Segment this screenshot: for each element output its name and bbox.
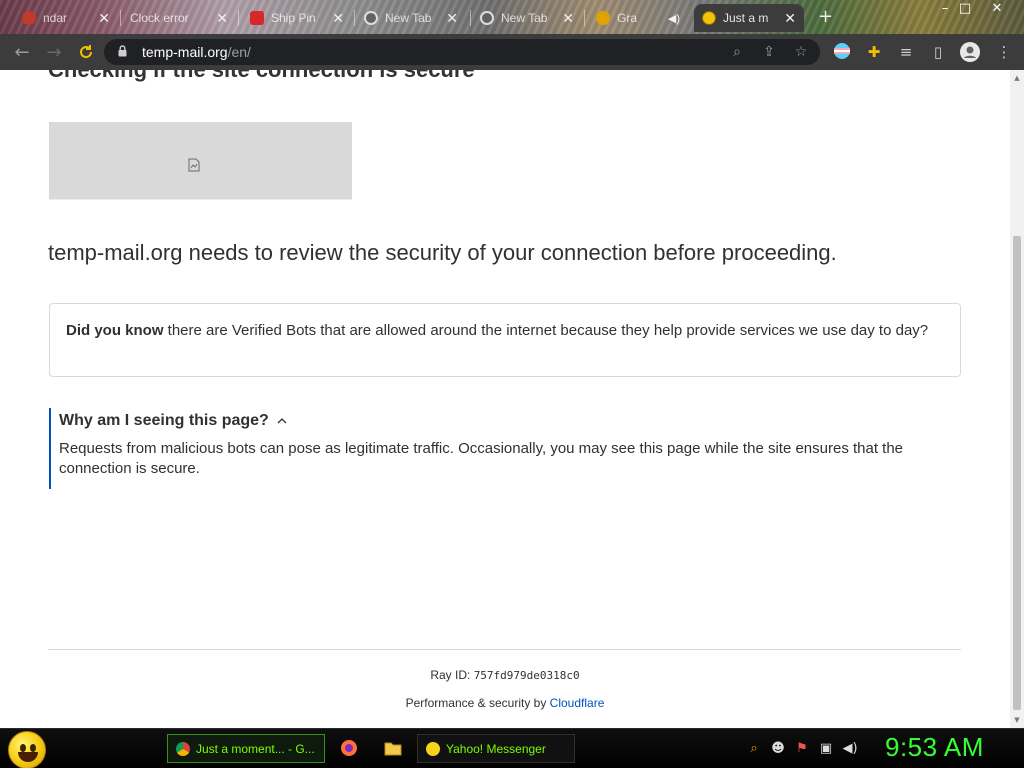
forward-arrow-icon[interactable]: → (42, 40, 66, 64)
why-title: Why am I seeing this page? (59, 412, 269, 429)
tab-strip: ndar ✕ Clock error ✕ Ship Pin ✕ New Tab … (0, 0, 1024, 34)
why-toggle[interactable]: Why am I seeing this page? (59, 412, 961, 430)
cloudflare-loading-icon (702, 11, 716, 25)
performance-label: Performance & security by (405, 696, 550, 710)
ray-id-line: Ray ID: 757fd979de0318c0 (0, 668, 1010, 682)
tab-3[interactable]: Ship Pin ✕ (242, 4, 352, 32)
did-you-know-lead: Did you know (66, 322, 164, 339)
avatar-icon[interactable] (960, 42, 980, 62)
tab-close-icon[interactable]: ✕ (326, 10, 344, 27)
cloudflare-link[interactable]: Cloudflare (550, 696, 605, 710)
volume-icon[interactable]: ◀) (842, 741, 858, 757)
taskbar-yahoo-messenger[interactable]: Yahoo! Messenger (417, 734, 575, 763)
tab-label: Clock error (130, 11, 189, 25)
chevron-up-icon (277, 418, 287, 424)
menu-kebab-icon[interactable]: ⋮ (994, 42, 1014, 62)
challenge-widget[interactable] (49, 122, 352, 200)
tab-label: ndar (43, 11, 68, 25)
chrome-icon (364, 11, 378, 25)
scrollbar-thumb[interactable] (1013, 236, 1021, 710)
tab-active[interactable]: Just a m ✕ (694, 4, 804, 32)
back-arrow-icon[interactable]: ← (10, 40, 34, 64)
did-you-know-text: there are Verified Bots that are allowed… (163, 322, 929, 339)
reload-icon[interactable] (74, 40, 98, 64)
url-host: temp-mail.org (142, 44, 228, 60)
chrome-icon (176, 741, 190, 756)
ray-id-label: Ray ID: (430, 668, 474, 682)
vertical-scrollbar[interactable]: ▲ ▼ (1010, 70, 1024, 728)
close-window-button[interactable]: ✕ (982, 0, 1012, 18)
taskbar: Just a moment... - G... Yahoo! Messenger… (0, 728, 1024, 768)
why-explanation: Requests from malicious bots can pose as… (59, 440, 904, 477)
tab-label: Ship Pin (271, 11, 316, 25)
tab-divider (238, 10, 239, 26)
network-icon[interactable]: ▣ (818, 741, 834, 757)
tab-label: Just a m (723, 11, 769, 25)
tab-close-icon[interactable]: ✕ (92, 10, 110, 27)
tab-divider (120, 10, 121, 26)
tab-close-icon[interactable]: ✕ (440, 10, 458, 27)
side-panel-icon[interactable]: ▯ (928, 42, 948, 62)
start-button-smiley-icon[interactable] (8, 731, 46, 768)
firefox-icon[interactable] (340, 739, 358, 757)
taskbar-clock[interactable]: 9:53 AM (885, 732, 984, 763)
performance-line: Performance & security by Cloudflare (0, 696, 1010, 710)
tab-4[interactable]: New Tab ✕ (356, 4, 466, 32)
tab-5[interactable]: New Tab ✕ (472, 4, 582, 32)
tab-divider (354, 10, 355, 26)
browser-toolbar: ← → temp-mail.org/en/ ⌕ ⇪ ☆ ✚ ≡ ▯ ⋮ (0, 34, 1024, 70)
action-center-flag-icon[interactable]: ⚑ (794, 741, 810, 757)
lock-icon (118, 45, 127, 57)
taskbar-chrome-window[interactable]: Just a moment... - G... (167, 734, 325, 763)
review-message: temp-mail.org needs to review the securi… (48, 240, 837, 265)
scroll-down-icon[interactable]: ▼ (1013, 716, 1021, 724)
tab-divider (470, 10, 471, 26)
extensions-puzzle-icon[interactable]: ✚ (864, 42, 884, 62)
media-queue-icon[interactable]: ≡ (896, 42, 916, 62)
tab-close-icon[interactable]: ✕ (778, 10, 796, 27)
tab-favicon (596, 11, 610, 25)
tab-label: New Tab (501, 11, 548, 25)
taskbar-button-label: Just a moment... - G... (196, 741, 315, 756)
search-icon[interactable]: ⌕ (728, 43, 746, 61)
tab-close-icon[interactable]: ✕ (556, 10, 574, 27)
chrome-icon (480, 11, 494, 25)
folder-icon[interactable] (384, 739, 402, 757)
tab-2[interactable]: Clock error ✕ (122, 4, 236, 32)
address-bar[interactable]: temp-mail.org/en/ ⌕ ⇪ ☆ (104, 39, 820, 65)
bookmark-star-icon[interactable]: ☆ (792, 43, 810, 61)
did-you-know-box: Did you know there are Verified Bots tha… (49, 303, 961, 377)
broken-image-icon (188, 158, 200, 172)
tab-label: Gra (617, 11, 638, 25)
profile-flag-icon[interactable] (832, 42, 852, 62)
maximize-button[interactable]: □ (950, 0, 980, 18)
url-text: temp-mail.org/en/ (142, 44, 251, 60)
search-tray-icon[interactable]: ⌕ (746, 741, 762, 757)
tab-favicon (22, 11, 36, 25)
tab-1[interactable]: ndar ✕ (14, 4, 118, 32)
why-section: Why am I seeing this page? Requests from… (49, 408, 961, 489)
tab-6[interactable]: Gra ◀) (588, 4, 688, 32)
url-path: /en/ (227, 44, 251, 60)
tab-divider (584, 10, 585, 26)
scroll-up-icon[interactable]: ▲ (1013, 74, 1021, 82)
ray-id-value: 757fd979de0318c0 (473, 669, 580, 682)
taskbar-button-label: Yahoo! Messenger (446, 741, 546, 756)
speaker-icon[interactable]: ◀) (662, 12, 680, 25)
page-heading: Checking if the site connection is secur… (48, 70, 475, 83)
messenger-tray-icon[interactable]: ☻ (770, 741, 786, 757)
tab-close-icon[interactable]: ✕ (210, 10, 228, 27)
new-tab-button[interactable]: + (818, 6, 833, 27)
heart-icon (250, 11, 264, 25)
footer-divider (48, 649, 961, 650)
share-icon[interactable]: ⇪ (760, 43, 778, 61)
tab-label: New Tab (385, 11, 432, 25)
page-viewport: Checking if the site connection is secur… (0, 70, 1010, 728)
messenger-smiley-icon (426, 741, 440, 756)
